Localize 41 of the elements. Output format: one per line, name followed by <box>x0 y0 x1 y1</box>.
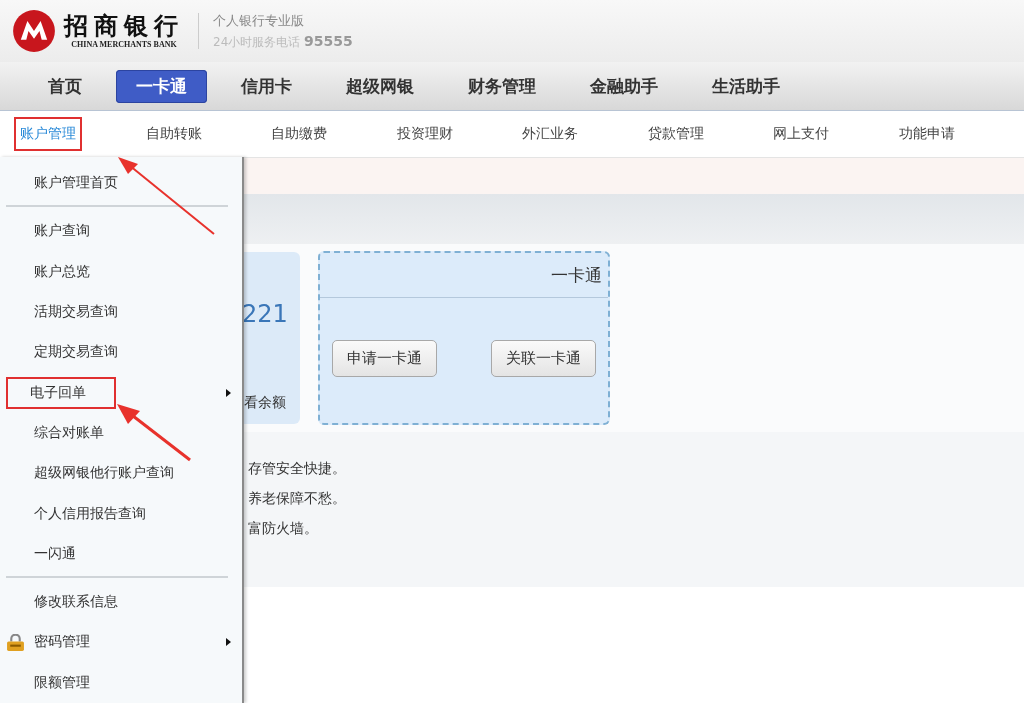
main-nav-tab[interactable]: 首页 <box>28 69 102 103</box>
sub-nav-tab[interactable]: 投资理财 <box>390 117 459 151</box>
menu-item[interactable]: 账户管理首页 <box>32 166 120 201</box>
menu-item[interactable]: 限额管理 <box>32 665 92 700</box>
sub-nav-tab[interactable]: 功能申请 <box>892 117 961 151</box>
menu-item[interactable]: 账户查询 <box>32 214 92 249</box>
main-nav-tab[interactable]: 超级网银 <box>326 69 434 103</box>
sub-nav-tab[interactable]: 贷款管理 <box>641 117 710 151</box>
card-action-button[interactable]: 申请一卡通 <box>332 340 437 377</box>
promo-text: 养老保障不愁。 <box>248 490 347 508</box>
sub-nav-tab[interactable]: 网上支付 <box>767 117 835 151</box>
card-title: 一卡通 <box>551 263 602 287</box>
balance-link[interactable]: 看余额 <box>244 394 286 412</box>
menu-item[interactable]: 个人信用报告查询 <box>32 496 148 531</box>
edition-label: 个人银行专业版 <box>213 11 305 30</box>
menu-item[interactable]: 超级网银他行账户查询 <box>32 456 176 491</box>
menu-item[interactable]: 电子回单 <box>6 376 116 409</box>
menu-item[interactable]: 修改联系信息 <box>32 585 120 620</box>
sub-nav-tab[interactable]: 账户管理 <box>14 117 82 151</box>
menu-item[interactable]: 密码管理 <box>32 625 92 660</box>
main-nav-tab[interactable]: 一卡通 <box>116 69 207 103</box>
sub-nav-tab[interactable]: 外汇业务 <box>516 117 584 151</box>
main-nav-tab[interactable]: 财务管理 <box>448 69 556 103</box>
menu-item[interactable]: 定期交易查询 <box>32 335 120 370</box>
promo-text: 存管安全快捷。 <box>248 460 347 478</box>
promo-text: 富防火墙。 <box>248 520 319 538</box>
bank-name-english: CHINA MERCHANTS BANK <box>71 39 177 49</box>
padlock-icon <box>6 633 25 651</box>
sub-nav-tab[interactable]: 自助转账 <box>139 117 208 151</box>
menu-item[interactable]: 一闪通 <box>32 536 78 571</box>
bank-name: 招商银行 <box>64 13 184 40</box>
sub-nav-tab[interactable]: 自助缴费 <box>265 117 333 151</box>
card-action-button[interactable]: 关联一卡通 <box>491 340 596 377</box>
main-nav-tab[interactable]: 生活助手 <box>692 69 800 103</box>
main-nav-tab[interactable]: 金融助手 <box>570 69 678 103</box>
bank-logo-icon <box>12 9 56 53</box>
menu-item[interactable]: 活期交易查询 <box>32 295 120 330</box>
main-nav-tab[interactable]: 信用卡 <box>221 69 312 103</box>
menu-item[interactable]: 综合对账单 <box>32 415 106 450</box>
menu-item[interactable]: 账户总览 <box>32 254 92 289</box>
account-number-text: 221 <box>242 300 288 328</box>
